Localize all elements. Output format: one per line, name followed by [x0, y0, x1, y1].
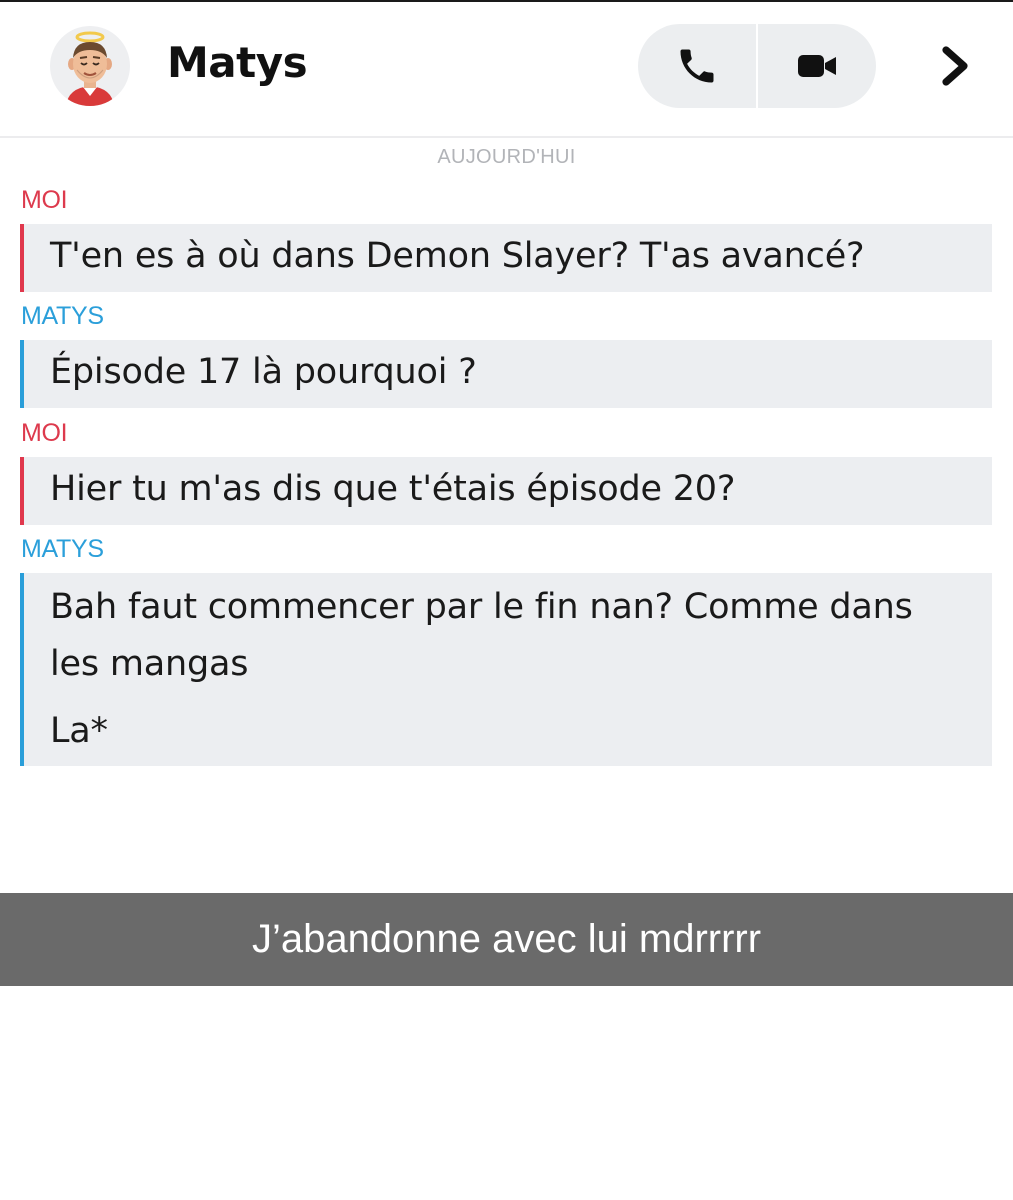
message-bubble[interactable]: Épisode 17 là pourquoi ?	[20, 340, 992, 408]
sender-label: MOI	[21, 419, 68, 447]
message-text: Épisode 17 là pourquoi ?	[50, 352, 477, 392]
message-bubble[interactable]: Bah faut commencer par le fin nan? Comme…	[20, 573, 992, 766]
message-text: Hier tu m'as dis que t'étais épisode 20?	[50, 469, 736, 509]
sender-color-bar	[20, 573, 24, 766]
sender-label: MATYS	[21, 302, 104, 330]
chevron-right-icon	[942, 46, 968, 86]
sender-label: MATYS	[21, 535, 104, 563]
sender-label: MOI	[21, 186, 68, 214]
sender-color-bar	[20, 340, 24, 408]
caption-text: J’abandonne avec lui mdrrrrr	[251, 917, 762, 961]
date-separator: AUJOURD'HUI	[437, 146, 576, 168]
chat-header: Matys	[0, 2, 1013, 138]
message-text: La*	[50, 711, 108, 751]
contact-name[interactable]: Matys	[167, 38, 308, 87]
chat-details-button[interactable]	[928, 38, 984, 94]
message-text: T'en es à où dans Demon Slayer? T'as ava…	[50, 236, 865, 276]
video-camera-icon	[798, 55, 836, 77]
sender-color-bar	[20, 224, 24, 292]
message-text: Bah faut commencer par le fin nan? Comme…	[50, 587, 913, 627]
voice-call-button[interactable]	[638, 24, 756, 108]
call-button-group	[638, 24, 876, 108]
caption-overlay: J’abandonne avec lui mdrrrrr	[0, 893, 1013, 986]
video-call-button[interactable]	[758, 24, 876, 108]
message-bubble[interactable]: Hier tu m'as dis que t'étais épisode 20?	[20, 457, 992, 525]
sender-color-bar	[20, 457, 24, 525]
bitmoji-avatar-icon[interactable]	[50, 26, 130, 106]
message-text: les mangas	[50, 644, 249, 684]
phone-icon	[680, 49, 714, 83]
message-bubble[interactable]: T'en es à où dans Demon Slayer? T'as ava…	[20, 224, 992, 292]
header-divider	[0, 136, 1013, 138]
